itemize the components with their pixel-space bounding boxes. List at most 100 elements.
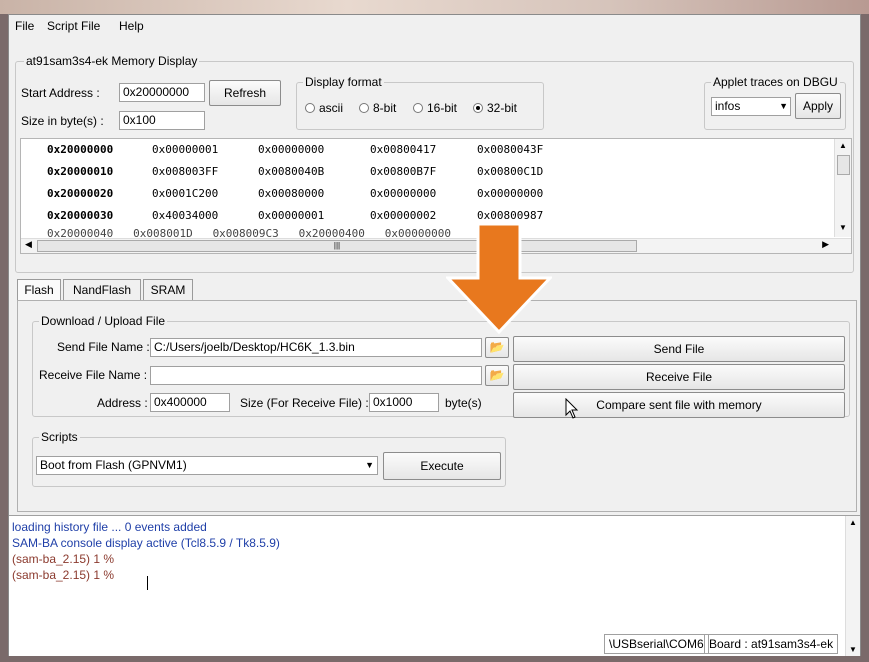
memory-address-cell: 0x20000000 bbox=[47, 143, 114, 156]
menu-script-file[interactable]: Script File bbox=[47, 19, 100, 33]
size-input[interactable]: 0x100 bbox=[119, 111, 205, 130]
memory-row: 0x20000000 0x00000001 0x00000000 0x00800417… bbox=[21, 139, 841, 161]
memory-value-cell: 0x00800417 bbox=[370, 143, 437, 156]
scroll-up-icon[interactable]: ▲ bbox=[839, 141, 847, 150]
radio-32bit-label: 32-bit bbox=[487, 101, 518, 115]
receive-file-button[interactable]: Receive File bbox=[513, 364, 845, 390]
dropdown-arrow-icon: ▼ bbox=[779, 101, 788, 111]
text-cursor bbox=[147, 576, 148, 590]
scroll-down-icon[interactable]: ▼ bbox=[839, 223, 847, 232]
scripts-group: Scripts Boot from Flash (GPNVM1) ▼ Execu… bbox=[32, 430, 506, 487]
tab-flash[interactable]: Flash bbox=[17, 279, 61, 301]
download-upload-title: Download / Upload File bbox=[39, 314, 168, 328]
status-bar: \USBserial\COM6 Board : at91sam3s4-ek bbox=[604, 634, 844, 654]
radio-ascii[interactable] bbox=[305, 103, 315, 113]
memory-value-cell: 0x00800C1D bbox=[477, 165, 544, 178]
tab-nandflash[interactable]: NandFlash bbox=[63, 279, 141, 301]
memory-value-cell: 0x00000002 bbox=[370, 209, 437, 222]
open-folder-button[interactable]: 📂 bbox=[485, 337, 509, 358]
console-vscrollbar[interactable]: ▲ ▼ bbox=[845, 516, 860, 656]
applet-traces-title: Applet traces on DBGU bbox=[711, 75, 840, 89]
memory-address-cell: 0x20000030 bbox=[47, 209, 114, 222]
memory-display-group: at91sam3s4-ek Memory Display Start Addre… bbox=[15, 54, 854, 273]
memory-value-cell: 0x00800987 bbox=[477, 209, 544, 222]
scroll-up-icon[interactable]: ▲ bbox=[849, 518, 857, 527]
tab-sram[interactable]: SRAM bbox=[143, 279, 193, 301]
vscroll-thumb[interactable] bbox=[837, 155, 850, 175]
scroll-left-icon[interactable]: ◀ bbox=[25, 239, 32, 250]
memory-address-cell: 0x20000010 bbox=[47, 165, 114, 178]
memory-value-cell: 0x0080043F bbox=[477, 143, 544, 156]
applet-traces-select[interactable]: infos ▼ bbox=[711, 97, 791, 116]
bytes-label: byte(s) bbox=[445, 396, 482, 410]
orange-down-arrow-icon bbox=[446, 224, 552, 334]
memory-value-cell: 0x40034000 bbox=[152, 209, 219, 222]
address-label: Address : bbox=[97, 396, 148, 410]
scripts-selected-value: Boot from Flash (GPNVM1) bbox=[40, 458, 187, 472]
memory-value-cell: 0x0080040B bbox=[258, 165, 325, 178]
receive-size-input[interactable]: 0x1000 bbox=[369, 393, 439, 412]
compare-file-button[interactable]: Compare sent file with memory bbox=[513, 392, 845, 418]
folder-open-icon: 📂 bbox=[489, 340, 505, 354]
tab-panel-flash: Download / Upload File Send File Name : … bbox=[17, 300, 857, 512]
console-line: (sam-ba_2.15) 1 % bbox=[12, 552, 115, 566]
memory-row: 0x20000020 0x0001C200 0x00080000 0x00000000… bbox=[21, 183, 841, 205]
display-format-group: Display format ascii 8-bit 16-bit 32-bit bbox=[296, 75, 544, 130]
memory-value-cell: 0x00000001 bbox=[152, 143, 219, 156]
send-file-label: Send File Name : bbox=[57, 340, 150, 354]
memory-row: 0x20000010 0x008003FF 0x0080040B 0x00800B7F… bbox=[21, 161, 841, 183]
receive-file-label: Receive File Name : bbox=[39, 368, 148, 382]
mouse-pointer-icon bbox=[565, 398, 579, 419]
send-file-input[interactable]: C:/Users/joelb/Desktop/HC6K_1.3.bin bbox=[150, 338, 482, 357]
menu-bar: File Script File Help bbox=[9, 15, 860, 37]
radio-ascii-label: ascii bbox=[319, 101, 344, 115]
download-upload-group: Download / Upload File Send File Name : … bbox=[32, 314, 850, 418]
memory-value-cell: 0x00080000 bbox=[258, 187, 325, 200]
applet-traces-group: Applet traces on DBGU infos ▼ Apply bbox=[704, 75, 846, 130]
scroll-right-icon[interactable]: ▶ bbox=[822, 239, 829, 250]
memory-table: 0x20000000 0x00000001 0x00000000 0x00800417… bbox=[20, 138, 852, 254]
start-address-label: Start Address : bbox=[21, 86, 100, 100]
radio-8bit[interactable] bbox=[359, 103, 369, 113]
scroll-down-icon[interactable]: ▼ bbox=[849, 645, 857, 654]
tab-bar: Flash NandFlash SRAM bbox=[17, 279, 857, 301]
folder-open-icon-2: 📂 bbox=[489, 368, 505, 382]
applet-traces-value: infos bbox=[715, 99, 741, 113]
size-label: Size in byte(s) : bbox=[21, 114, 104, 128]
menu-help[interactable]: Help bbox=[119, 19, 144, 33]
radio-32bit[interactable] bbox=[473, 103, 483, 113]
memory-value-cell: 0x00000000 bbox=[258, 143, 325, 156]
menu-file[interactable]: File bbox=[15, 19, 34, 33]
sam-ba-window: File Script File Help at91sam3s4-ek Memo… bbox=[8, 14, 861, 656]
send-file-button[interactable]: Send File bbox=[513, 336, 845, 362]
status-board: Board : at91sam3s4-ek bbox=[704, 634, 839, 654]
console-line: (sam-ba_2.15) 1 % bbox=[12, 568, 115, 582]
memory-hscrollbar[interactable]: ◀ ||| ▶ bbox=[21, 238, 851, 253]
scripts-select[interactable]: Boot from Flash (GPNVM1) ▼ bbox=[36, 456, 378, 475]
execute-button[interactable]: Execute bbox=[383, 452, 501, 480]
start-address-input[interactable]: 0x20000000 bbox=[119, 83, 205, 102]
receive-size-label: Size (For Receive File) : bbox=[240, 396, 369, 410]
status-port: \USBserial\COM6 bbox=[604, 634, 709, 654]
browse-receive-button[interactable]: 📂 bbox=[485, 365, 509, 386]
radio-16bit-label: 16-bit bbox=[427, 101, 458, 115]
format-options: ascii 8-bit 16-bit 32-bit bbox=[305, 101, 541, 117]
memory-value-cell: 0x008003FF bbox=[152, 165, 219, 178]
apply-button[interactable]: Apply bbox=[795, 93, 841, 119]
console-area[interactable]: loading history file ... 0 events added S… bbox=[9, 515, 860, 656]
memory-display-title: at91sam3s4-ek Memory Display bbox=[24, 54, 200, 68]
radio-16bit[interactable] bbox=[413, 103, 423, 113]
console-line: SAM-BA console display active (Tcl8.5.9 … bbox=[12, 536, 280, 550]
window-frame bbox=[0, 0, 869, 14]
memory-row: 0x20000030 0x40034000 0x00000001 0x00000002… bbox=[21, 205, 841, 227]
memory-address-cell: 0x20000020 bbox=[47, 187, 114, 200]
memory-vscrollbar[interactable]: ▲ ▼ bbox=[834, 139, 851, 237]
display-format-title: Display format bbox=[303, 75, 384, 89]
radio-8bit-label: 8-bit bbox=[373, 101, 397, 115]
memory-value-cell: 0x00800B7F bbox=[370, 165, 437, 178]
receive-file-input[interactable] bbox=[150, 366, 482, 385]
memory-value-cell: 0x00000000 bbox=[370, 187, 437, 200]
refresh-button[interactable]: Refresh bbox=[209, 80, 281, 106]
console-line: loading history file ... 0 events added bbox=[12, 520, 207, 534]
address-input[interactable]: 0x400000 bbox=[150, 393, 230, 412]
